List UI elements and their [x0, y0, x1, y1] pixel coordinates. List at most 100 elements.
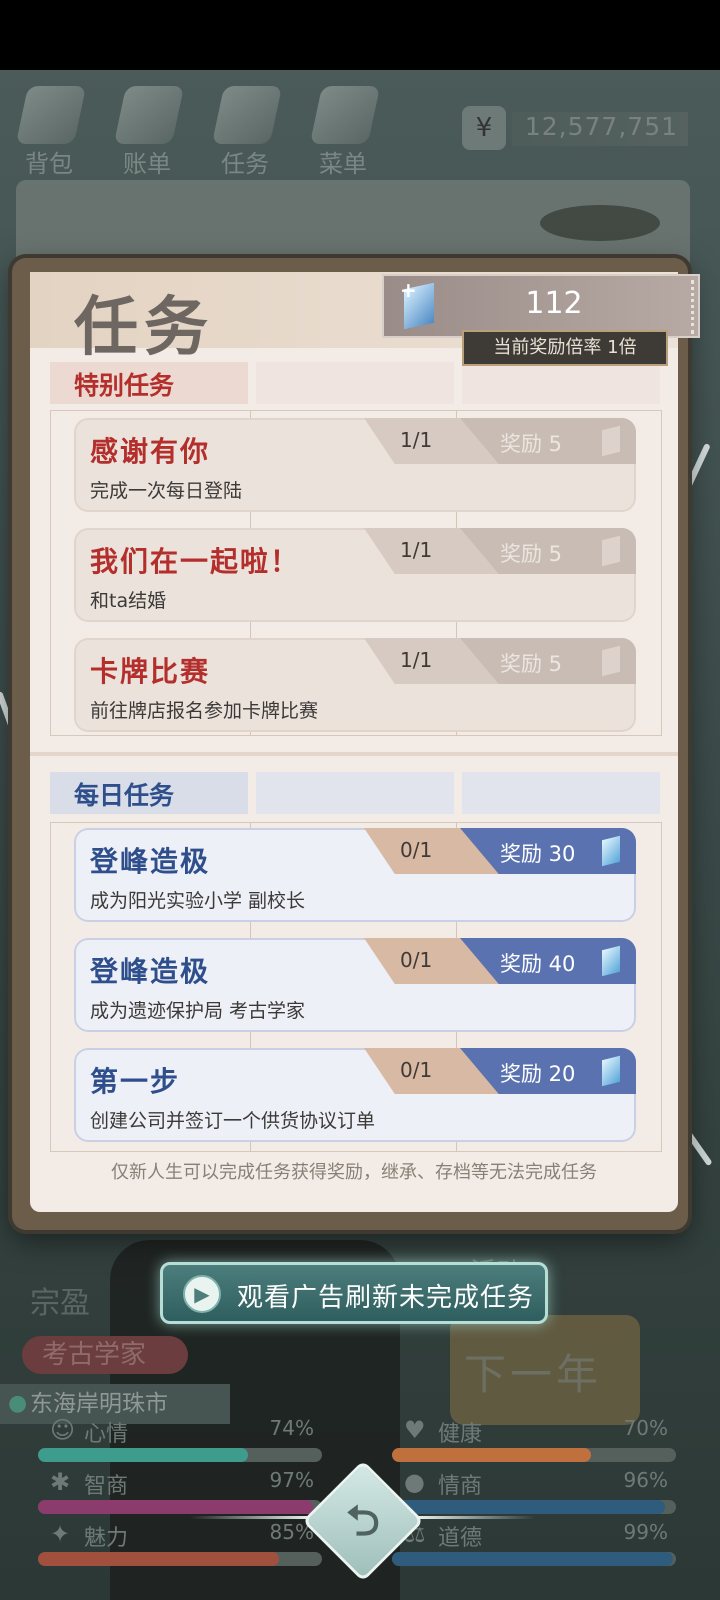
daily-section-tabs: 每日任务	[50, 772, 662, 814]
task-card[interactable]: 我们在一起啦！ 和ta结婚 1/1 奖励 5	[74, 528, 636, 622]
task-title: 感谢有你	[90, 435, 211, 468]
stat-health: ♥ 健康 70%	[392, 1412, 676, 1462]
task-icon	[211, 86, 283, 144]
yen-icon: ¥	[462, 106, 506, 150]
stat-mood: ☺ 心情 74%	[38, 1412, 322, 1462]
stat-value: 96%	[623, 1468, 668, 1492]
stat-fill	[392, 1552, 674, 1566]
stat-fill	[38, 1552, 280, 1566]
nav-backpack[interactable]: 背包	[4, 80, 94, 180]
stat-charm: ✦ 魅力 85%	[38, 1516, 322, 1566]
stat-iq: ✱ 智商 97%	[38, 1464, 322, 1514]
house-icon	[540, 205, 660, 241]
gem-count: 112	[525, 286, 583, 321]
stat-track	[38, 1500, 322, 1514]
stat-label: 健康	[438, 1422, 483, 1447]
bill-icon	[113, 86, 185, 144]
watch-ad-refresh-button[interactable]: ▶ 观看广告刷新未完成任务	[160, 1262, 548, 1324]
job-badge: 考古学家	[22, 1336, 188, 1374]
task-progress: 1/1	[400, 648, 433, 672]
stat-fill	[392, 1448, 591, 1462]
money-value: 12,577,751	[524, 112, 678, 141]
task-desc: 前往牌店报名参加卡牌比赛	[90, 700, 319, 722]
ad-button-label: 观看广告刷新未完成任务	[237, 1283, 535, 1313]
task-reward: 奖励 5	[500, 432, 563, 456]
stat-track	[392, 1552, 676, 1566]
next-year-button[interactable]: 下一年	[450, 1315, 640, 1425]
status-bar	[0, 0, 720, 70]
task-reward: 奖励 5	[500, 542, 563, 566]
footer-note: 仅新人生可以完成任务获得奖励，继承、存档等无法完成任务	[111, 1162, 597, 1183]
apple-icon: ●	[404, 1468, 425, 1496]
stat-track	[38, 1552, 322, 1566]
task-progress: 1/1	[400, 428, 433, 452]
task-progress: 0/1	[400, 838, 433, 862]
sparkle-decoration	[190, 1516, 310, 1519]
sparkle-decoration	[416, 1516, 536, 1519]
smile-icon: ☺	[50, 1416, 76, 1444]
section-tab-blank	[462, 362, 660, 404]
task-reward: 奖励 40	[500, 952, 576, 976]
task-reward: 奖励 5	[500, 652, 563, 676]
stat-label: 魅力	[84, 1526, 129, 1551]
refresh-play-icon: ▶	[183, 1275, 221, 1313]
return-icon: ⮌	[346, 1496, 380, 1545]
stat-fill	[38, 1448, 249, 1462]
add-gem-icon: +	[400, 278, 417, 302]
task-card[interactable]: 卡牌比赛 前往牌店报名参加卡牌比赛 1/1 奖励 5	[74, 638, 636, 732]
money-display: ¥ 12,577,751	[452, 106, 692, 152]
stat-label: 道德	[438, 1526, 483, 1551]
stat-fill	[392, 1500, 665, 1514]
stat-track	[392, 1448, 676, 1462]
gem-icon	[602, 535, 620, 567]
task-card[interactable]: 登峰造极 成为遗迹保护局 考古学家 0/1 奖励 40	[74, 938, 636, 1032]
reward-multiplier: 当前奖励倍率 1倍	[462, 330, 668, 366]
nav-label: 账单	[123, 150, 171, 178]
section-tab-blank	[462, 772, 660, 814]
section-divider	[30, 752, 678, 756]
heart-icon: ♥	[404, 1416, 426, 1444]
task-progress: 1/1	[400, 538, 433, 562]
task-reward: 奖励 30	[500, 842, 576, 866]
task-desc: 创建公司并签订一个供货协议订单	[90, 1110, 376, 1132]
stat-track	[392, 1500, 676, 1514]
special-section-header: 特别任务	[50, 362, 248, 404]
section-tab-blank	[256, 772, 454, 814]
daily-section-header: 每日任务	[50, 772, 248, 814]
menu-icon	[309, 86, 381, 144]
nav-label: 背包	[25, 150, 73, 178]
task-title: 我们在一起啦！	[90, 545, 301, 578]
stat-value: 74%	[269, 1416, 314, 1440]
task-progress: 0/1	[400, 948, 433, 972]
location-pin-icon: ●	[8, 1391, 28, 1416]
task-title: 登峰造极	[90, 845, 211, 878]
stat-morality: ⚖ 道德 99%	[392, 1516, 676, 1566]
dotted-edge	[690, 280, 694, 334]
bulb-icon: ✱	[50, 1468, 71, 1496]
stat-value: 97%	[269, 1468, 314, 1492]
task-desc: 完成一次每日登陆	[90, 480, 243, 502]
task-desc: 成为阳光实验小学 副校长	[90, 890, 306, 912]
nav-menu[interactable]: 菜单	[298, 80, 388, 180]
task-desc: 成为遗迹保护局 考古学家	[90, 1000, 306, 1022]
stat-track	[38, 1448, 322, 1462]
dialog-title: 任务	[74, 291, 214, 365]
task-card[interactable]: 登峰造极 成为阳光实验小学 副校长 0/1 奖励 30	[74, 828, 636, 922]
stat-value: 99%	[623, 1520, 668, 1544]
task-title: 卡牌比赛	[90, 655, 211, 688]
stat-value: 70%	[623, 1416, 668, 1440]
gem-icon	[602, 1055, 620, 1087]
nav-label: 菜单	[319, 150, 367, 178]
task-dialog: 任务 特别任务 感谢有你 完成一次每日登陆 1/1 奖励 5 我们在一起啦！ 和…	[30, 272, 678, 1212]
special-section-tabs: 特别任务	[50, 362, 662, 404]
gem-icon	[602, 835, 620, 867]
character-name: 宗盈	[30, 1286, 90, 1321]
task-desc: 和ta结婚	[90, 590, 167, 612]
nav-bill[interactable]: 账单	[102, 80, 192, 180]
task-card[interactable]: 感谢有你 完成一次每日登陆 1/1 奖励 5	[74, 418, 636, 512]
nav-task[interactable]: 任务	[200, 80, 290, 180]
daily-section-label: 每日任务	[74, 781, 175, 810]
gem-counter[interactable]: + 112	[382, 274, 700, 338]
gem-icon	[602, 645, 620, 677]
task-card[interactable]: 第一步 创建公司并签订一个供货协议订单 0/1 奖励 20	[74, 1048, 636, 1142]
